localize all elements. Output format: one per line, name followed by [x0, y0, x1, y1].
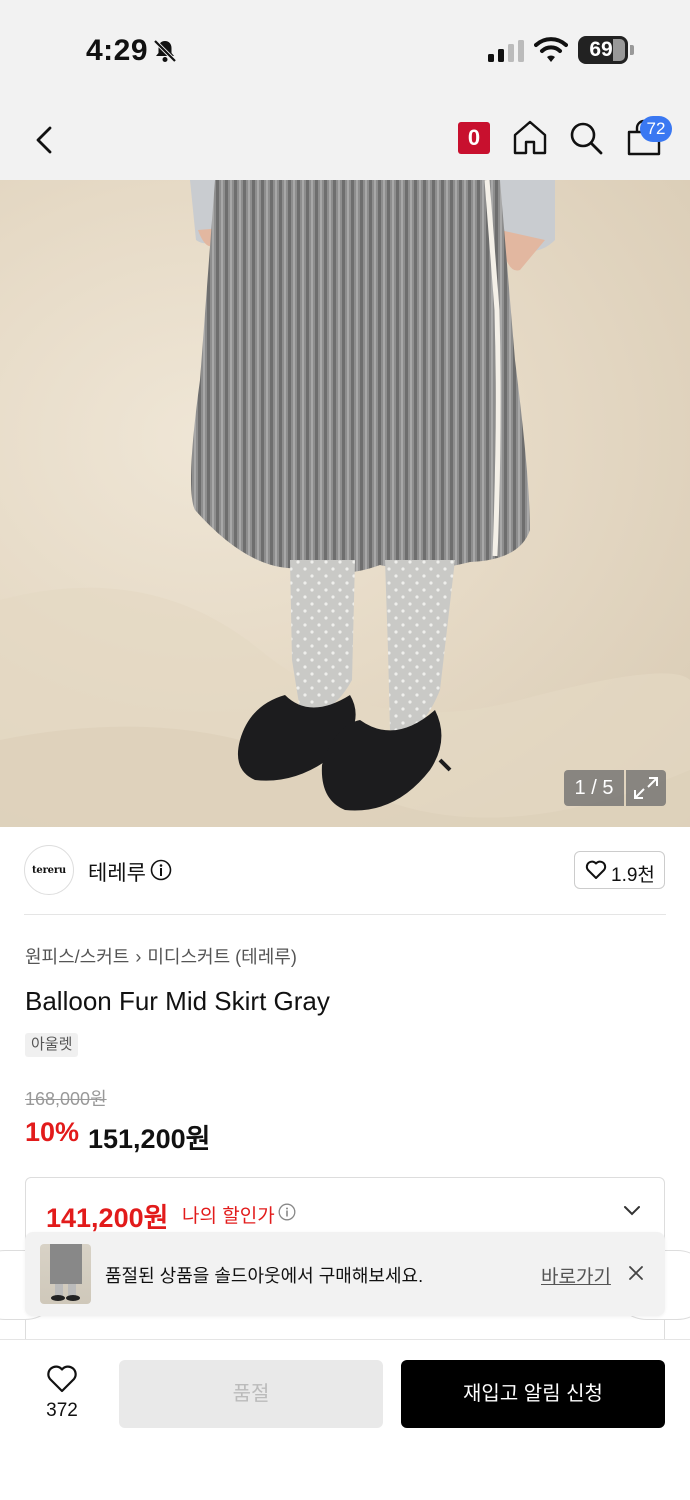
home-icon[interactable] [512, 118, 548, 156]
product-photo [0, 180, 690, 827]
cart-count-badge: 72 [640, 116, 672, 142]
wifi-icon [534, 37, 568, 62]
close-icon[interactable] [627, 1264, 645, 1282]
heart-icon[interactable] [46, 1364, 78, 1394]
image-counter: 1 / 5 [564, 770, 624, 806]
bottom-action-bar: 372 품절 재입고 알림 신청 [0, 1339, 690, 1500]
heart-icon [585, 860, 607, 879]
bell-muted-icon [153, 39, 177, 63]
soldout-button[interactable]: 품절 [119, 1360, 383, 1428]
status-bar: 4:29 69 [0, 0, 690, 100]
breadcrumb-item[interactable]: 원피스/스커트 [25, 947, 129, 967]
product-thumbnail [40, 1244, 91, 1304]
brand-row: tereru 테레루 1.9천 [24, 843, 666, 899]
brand-like-count: 1.9천 [611, 865, 655, 886]
toast-message: 품절된 상품을 솔드아웃에서 구매해보세요. [105, 1266, 424, 1286]
battery-level: 69 [589, 38, 613, 61]
breadcrumb: 원피스/스커트 › 미디스커트 (테레루) [25, 943, 297, 969]
top-nav: 0 72 [0, 100, 690, 180]
soldout-toast: 품절된 상품을 솔드아웃에서 구매해보세요. 바로가기 [25, 1232, 665, 1316]
breadcrumb-item[interactable]: 미디스커트 (테레루) [147, 947, 296, 967]
signal-icon [488, 40, 524, 62]
discount-rate: 10% [25, 1117, 80, 1147]
wishlist-count: 372 [46, 1400, 78, 1421]
my-discount-price: 141,200원 [46, 1203, 169, 1233]
notification-badge[interactable]: 0 [458, 122, 490, 154]
chevron-right-icon: › [135, 947, 142, 967]
product-image-carousel[interactable]: 1 / 5 [0, 180, 690, 827]
brand-like-button[interactable]: 1.9천 [574, 851, 665, 889]
product-title: Balloon Fur Mid Skirt Gray [25, 986, 330, 1016]
status-time: 4:29 [86, 34, 149, 67]
chevron-down-icon[interactable] [622, 1204, 642, 1218]
outlet-tag: 아울렛 [25, 1033, 79, 1057]
brand-logo[interactable]: tereru [24, 845, 74, 895]
back-arrow-icon[interactable] [28, 120, 62, 160]
info-icon[interactable] [150, 859, 172, 881]
expand-icon[interactable] [626, 770, 666, 806]
restock-alert-button[interactable]: 재입고 알림 신청 [401, 1360, 665, 1428]
divider [24, 914, 666, 915]
original-price: 168,000원 [25, 1089, 107, 1109]
my-discount-label: 나의 할인가 [182, 1206, 275, 1227]
search-icon[interactable] [568, 120, 604, 156]
sale-price: 151,200원 [88, 1124, 211, 1154]
brand-name[interactable]: 테레루 [88, 857, 146, 887]
toast-link[interactable]: 바로가기 [541, 1262, 611, 1289]
battery-icon: 69 [578, 36, 628, 64]
info-icon[interactable] [278, 1203, 296, 1221]
